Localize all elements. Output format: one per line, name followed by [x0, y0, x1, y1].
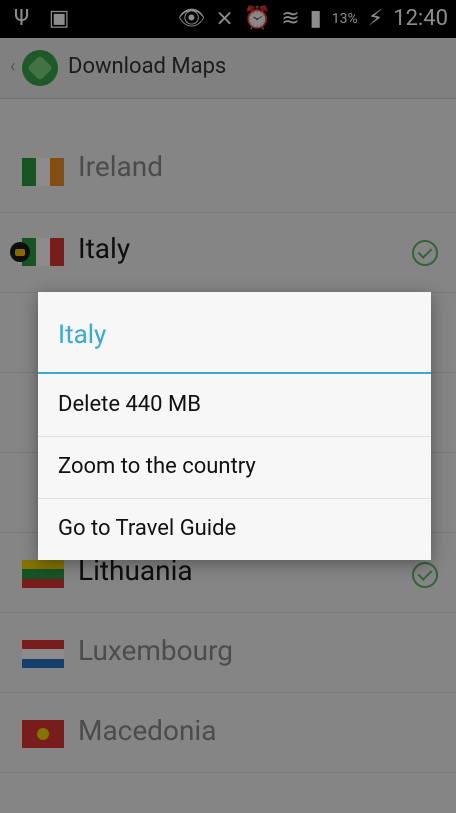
dialog-option-label: Zoom to the country: [58, 454, 256, 479]
country-action-dialog: Italy Delete 440 MB Zoom to the country …: [38, 292, 431, 560]
zoom-to-country-option[interactable]: Zoom to the country: [38, 436, 431, 499]
dialog-title: Italy: [58, 320, 107, 350]
travel-guide-option[interactable]: Go to Travel Guide: [38, 498, 431, 560]
dialog-option-label: Go to Travel Guide: [58, 516, 237, 541]
delete-map-option[interactable]: Delete 440 MB: [38, 374, 431, 437]
dialog-option-label: Delete 440 MB: [58, 392, 201, 417]
